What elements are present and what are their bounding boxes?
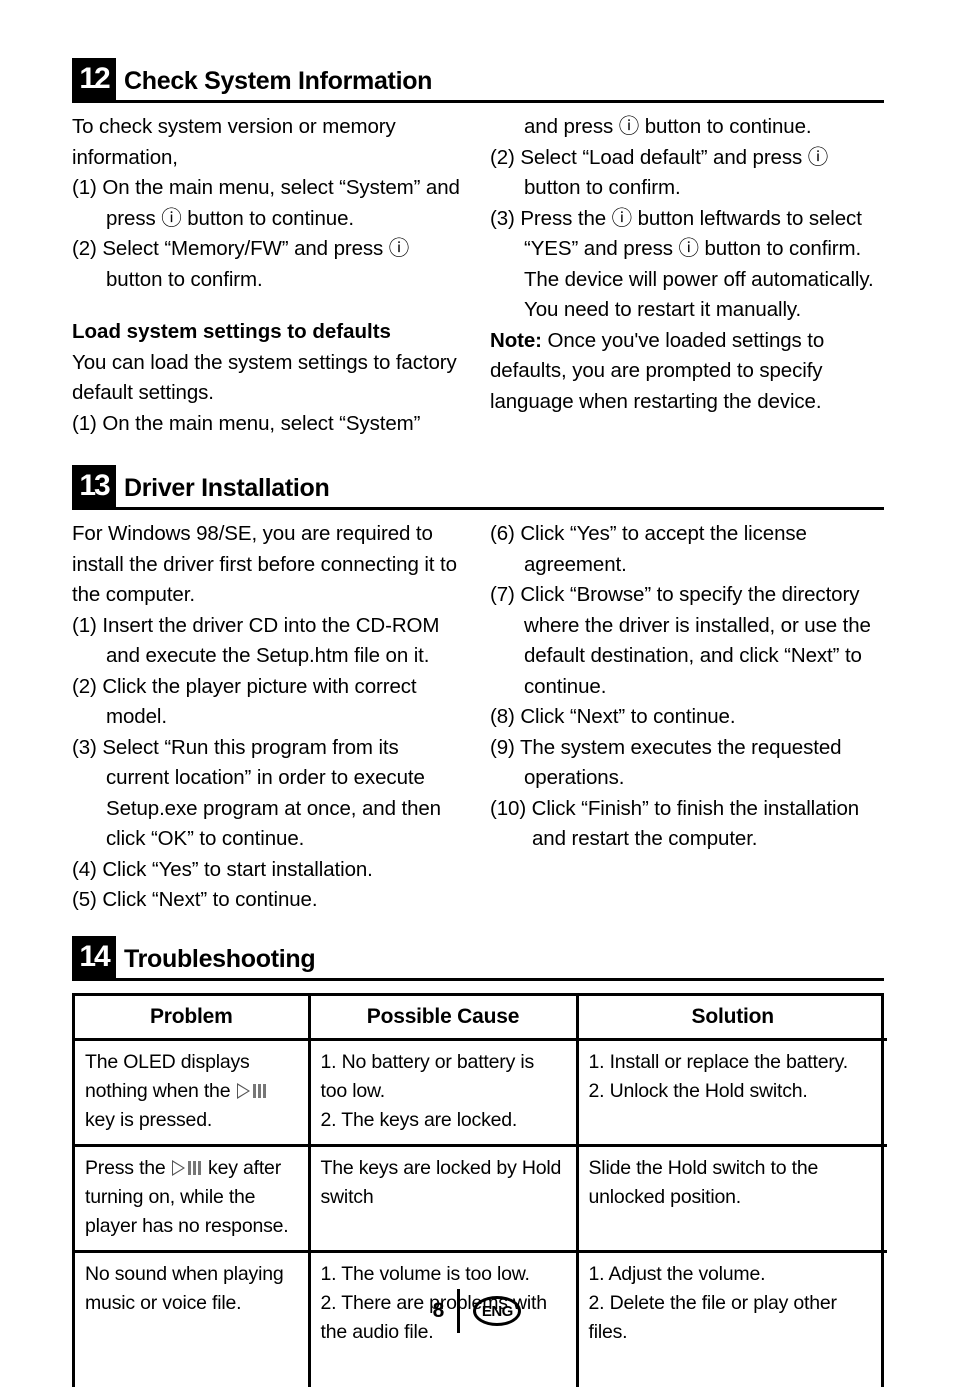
section-title-14: Troubleshooting [124,944,316,973]
column-header-solution: Solution [577,995,887,1041]
list-item: (7) Click “Browse” to specify the direct… [490,583,871,698]
problem-text-before: The OLED displays nothing when the [85,1050,250,1102]
list-item: (1) On the main menu, select “System” [72,411,421,435]
solution-text: Slide the Hold switch to the unlocked po… [588,1156,819,1208]
play-pause-icon [171,1159,202,1176]
cell-possible-cause: 1. No battery or battery is too low. 2. … [309,1039,579,1147]
section-rule-13 [72,507,884,510]
section-13-intro: For Windows 98/SE, you are required to i… [72,522,457,606]
section-12-continuation: and press ⓘ button to continue. [524,115,812,138]
list-item: (3) Press the ⓘ button leftwards to sele… [490,206,874,322]
section-13-left-steps: (1) Insert the driver CD into the CD-ROM… [72,611,466,916]
page-footer: 8 ENG [0,1289,954,1333]
play-pause-icon [236,1082,267,1099]
section-12-left-column: To check system version or memory inform… [72,112,466,439]
problem-text-before: Press the [85,1156,171,1179]
cell-problem: The OLED displays nothing when the key i… [75,1039,311,1147]
section-13-body: For Windows 98/SE, you are required to i… [72,519,884,916]
section-13-header: 13 Driver Installation [72,465,884,510]
language-badge: ENG [473,1296,522,1326]
table-row: The OLED displays nothing when the key i… [75,1039,887,1147]
section-number-badge-14: 14 [72,935,116,978]
section-14-header: 14 Troubleshooting [72,935,884,981]
list-item: (5) Click “Next” to continue. [72,888,318,911]
page-content: 12 Check System Information To check sys… [72,58,887,1387]
section-title-12: Check System Information [124,67,433,95]
section-12-right-column: and press ⓘ button to continue. (2) Sele… [490,112,884,439]
section-12-note: Note: Once you've loaded settings to def… [490,326,884,418]
section-12-left-steps: (1) On the main menu, select “System” an… [72,173,466,295]
section-13-left-column: For Windows 98/SE, you are required to i… [72,519,466,916]
list-item: (1) Insert the driver CD into the CD-ROM… [72,613,440,668]
section-12-right-steps: and press ⓘ button to continue. (2) Sele… [490,112,884,326]
section-title-13: Driver Installation [124,474,330,502]
cell-problem: Press the key after turning on, while th… [75,1145,311,1253]
list-item: (2) Click the player picture with correc… [72,674,417,729]
section-12-intro: To check system version or memory inform… [72,115,396,169]
column-header-possible-cause: Possible Cause [309,995,579,1041]
cell-solution: 1. Install or replace the battery. 2. Un… [577,1039,887,1147]
page-number: 8 [432,1299,445,1322]
problem-text-after: key is pressed. [85,1108,213,1131]
list-item: (2) Select “Memory/FW” and press ⓘ butto… [72,237,410,291]
cell-possible-cause: The keys are locked by Hold switch [309,1145,579,1253]
list-item: (10) Click “Finish” to finish the instal… [490,796,860,851]
section-number-badge-12: 12 [72,58,116,100]
section-rule-14 [72,977,884,981]
section-12-sub-heading: Load system settings to defaults [72,320,391,343]
section-rule-12 [72,100,884,103]
list-item: (3) Select “Run this program from its cu… [72,735,441,851]
section-12-body: To check system version or memory inform… [72,112,884,439]
list-item: (9) The system executes the requested op… [490,735,842,790]
cause-text: The keys are locked by Hold switch [320,1156,562,1208]
cause-text: 1. No battery or battery is too low. 2. … [320,1050,535,1131]
note-label: Note: [490,328,542,352]
footer-divider [457,1289,461,1333]
cell-solution: Slide the Hold switch to the unlocked po… [577,1145,887,1253]
column-header-problem: Problem [75,995,311,1041]
list-item: (4) Click “Yes” to start installation. [72,857,373,881]
section-12-sub-intro: You can load the system settings to fact… [72,350,457,405]
section-number-badge-13: 13 [72,465,116,507]
list-item: (1) On the main menu, select “System” an… [72,176,460,230]
list-item: (8) Click “Next” to continue. [490,705,736,728]
table-row: Press the key after turning on, while th… [75,1145,887,1253]
solution-text: 1. Install or replace the battery. 2. Un… [588,1050,849,1102]
section-12-left-sub-steps: (1) On the main menu, select “System” [72,409,466,440]
section-13-right-steps: (6) Click “Yes” to accept the license ag… [490,519,884,855]
section-12-header: 12 Check System Information [72,58,884,103]
list-item: (6) Click “Yes” to accept the license ag… [490,522,807,576]
manual-page: 12 Check System Information To check sys… [0,0,954,1387]
table-header-row: Problem Possible Cause Solution [75,995,887,1041]
section-13-right-column: (6) Click “Yes” to accept the license ag… [490,519,884,916]
list-item: (2) Select “Load default” and press ⓘ bu… [490,145,829,200]
